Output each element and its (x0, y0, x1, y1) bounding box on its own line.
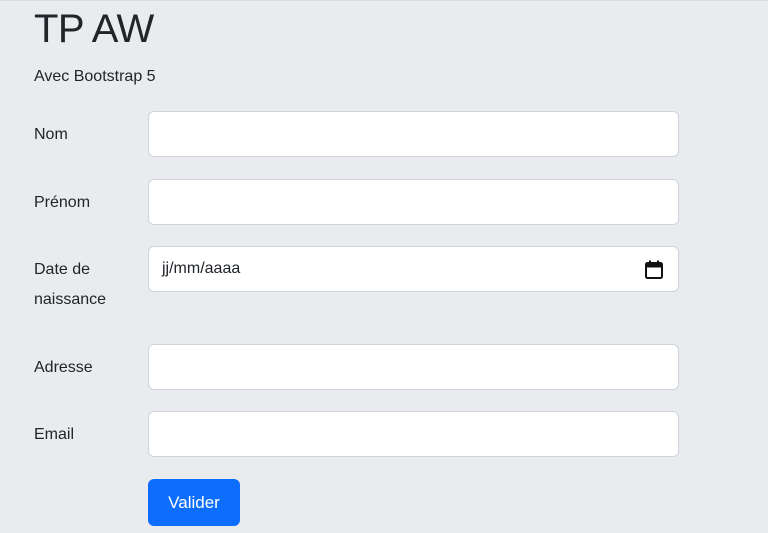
date-placeholder: jj/mm/aaaa (162, 260, 241, 277)
date-naissance-label: Date de naissance (34, 255, 134, 315)
page-subtitle: Avec Bootstrap 5 (34, 68, 156, 85)
nom-label: Nom (34, 126, 68, 143)
date-naissance-input[interactable]: jj/mm/aaaa (148, 246, 679, 292)
valider-button[interactable]: Valider (148, 479, 240, 526)
calendar-icon[interactable] (644, 259, 664, 279)
page: TP AW Avec Bootstrap 5 Nom Prénom Date d… (0, 0, 768, 533)
prenom-label: Prénom (34, 194, 91, 211)
nom-input[interactable] (148, 111, 679, 157)
date-naissance-label-line2: naissance (34, 291, 107, 308)
adresse-label: Adresse (34, 359, 93, 376)
prenom-input[interactable] (148, 179, 679, 225)
date-naissance-label-line1: Date de (34, 261, 91, 278)
email-input[interactable] (148, 411, 679, 457)
adresse-input[interactable] (148, 344, 679, 390)
email-label: Email (34, 426, 75, 443)
page-title: TP AW (34, 7, 154, 51)
